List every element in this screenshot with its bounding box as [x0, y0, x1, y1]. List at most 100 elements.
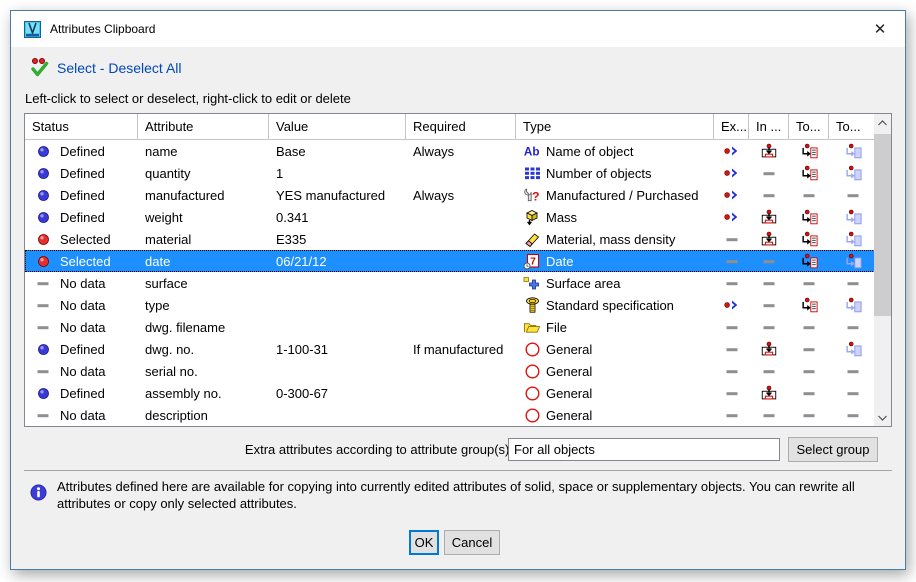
- column-header-type-4[interactable]: Type: [516, 114, 714, 139]
- to-list-cell: [789, 272, 829, 294]
- close-button[interactable]: ✕: [861, 15, 899, 43]
- ok-button[interactable]: OK: [409, 530, 439, 555]
- to-objects-cell: [829, 250, 876, 272]
- status-cell: Defined: [25, 140, 138, 162]
- to-doc-icon: [800, 208, 818, 226]
- scroll-up-icon[interactable]: [874, 114, 891, 131]
- to-square-icon: [844, 208, 862, 226]
- import-cell: [749, 338, 789, 360]
- type-cell: ?Manufactured / Purchased: [516, 184, 714, 206]
- to-list-cell: [789, 140, 829, 162]
- ex-arrow-icon: [723, 296, 741, 314]
- scroll-down-icon[interactable]: [874, 409, 891, 426]
- type-cell: Mass: [516, 206, 714, 228]
- dash-icon: [34, 406, 52, 424]
- value-cell: YES manufactured: [269, 184, 406, 206]
- value-cell: 1: [269, 162, 406, 184]
- required-cell: [406, 294, 516, 316]
- table-row-dwg--no-[interactable]: Defineddwg. no.1-100-31If manufacturedGe…: [25, 338, 891, 360]
- select-group-button[interactable]: Select group: [788, 437, 878, 462]
- value-cell: [269, 272, 406, 294]
- to-objects-cell: [829, 140, 876, 162]
- status-cell: Defined: [25, 382, 138, 404]
- scrollbar-thumb[interactable]: [874, 134, 891, 316]
- dialog-buttons: OK Cancel: [11, 530, 905, 556]
- extra-attributes-label: Extra attributes according to attribute …: [245, 442, 513, 457]
- type-label: Surface area: [546, 276, 620, 291]
- value-cell: 0.341: [269, 206, 406, 228]
- type-cell: AbName of object: [516, 140, 714, 162]
- table-row-material[interactable]: SelectedmaterialE335Material, mass densi…: [25, 228, 891, 250]
- required-cell: [406, 272, 516, 294]
- export-cell: [714, 184, 749, 206]
- import-icon: [760, 340, 778, 358]
- dash-icon: [34, 318, 52, 336]
- column-header-status-0[interactable]: Status: [25, 114, 138, 139]
- attribute-cell: quantity: [138, 162, 269, 184]
- table-row-dwg--filename[interactable]: No datadwg. filenameFile: [25, 316, 891, 338]
- status-cell: Defined: [25, 206, 138, 228]
- sphere-blue-icon: [34, 208, 52, 226]
- sphere-blue-icon: [34, 164, 52, 182]
- column-header-in-6[interactable]: In ...: [749, 114, 789, 139]
- import-cell: [749, 272, 789, 294]
- ex-arrow-icon: [723, 186, 741, 204]
- required-cell: Always: [406, 140, 516, 162]
- import-cell: [749, 294, 789, 316]
- info-text: Attributes defined here are available fo…: [57, 478, 863, 512]
- table-body: DefinednameBaseAlwaysAbName of objectDef…: [25, 140, 891, 426]
- import-cell: [749, 382, 789, 404]
- table-row-serial-no-[interactable]: No dataserial no.General: [25, 360, 891, 382]
- dash-icon: [723, 406, 741, 424]
- divider: [24, 470, 892, 471]
- import-cell: [749, 162, 789, 184]
- ex-arrow-icon: [723, 208, 741, 226]
- type-label: General: [546, 408, 592, 423]
- table-row-type[interactable]: No datatypeStandard specification: [25, 294, 891, 316]
- table-row-quantity[interactable]: Definedquantity1Number of objects: [25, 162, 891, 184]
- column-header-attribute-1[interactable]: Attribute: [138, 114, 269, 139]
- type-cell: General: [516, 338, 714, 360]
- status-label: Defined: [60, 386, 105, 401]
- dash-icon: [723, 252, 741, 270]
- attribute-cell: type: [138, 294, 269, 316]
- table-row-name[interactable]: DefinednameBaseAlwaysAbName of object: [25, 140, 891, 162]
- table-row-assembly-no-[interactable]: Definedassembly no.0-300-67General: [25, 382, 891, 404]
- type-cell: General: [516, 382, 714, 404]
- status-cell: No data: [25, 294, 138, 316]
- attribute-cell: material: [138, 228, 269, 250]
- column-header-required-3[interactable]: Required: [406, 114, 516, 139]
- column-header-value-2[interactable]: Value: [269, 114, 406, 139]
- dash-icon: [723, 274, 741, 292]
- column-header-to-7[interactable]: To...: [789, 114, 829, 139]
- dash-icon: [760, 164, 778, 182]
- type-label: General: [546, 364, 592, 379]
- status-cell: No data: [25, 404, 138, 426]
- table-row-surface[interactable]: No datasurfaceSurface area: [25, 272, 891, 294]
- dash-icon: [800, 340, 818, 358]
- cancel-button[interactable]: Cancel: [444, 530, 500, 555]
- table-row-manufactured[interactable]: DefinedmanufacturedYES manufacturedAlway…: [25, 184, 891, 206]
- status-cell: No data: [25, 272, 138, 294]
- surface-icon: [523, 274, 541, 292]
- status-cell: Defined: [25, 184, 138, 206]
- table-row-description[interactable]: No datadescriptionGeneral: [25, 404, 891, 426]
- column-header-ex-5[interactable]: Ex...: [714, 114, 749, 139]
- attribute-group-field[interactable]: [508, 438, 780, 461]
- circle-icon: [523, 362, 541, 380]
- status-cell: No data: [25, 316, 138, 338]
- column-header-to-8[interactable]: To...: [829, 114, 876, 139]
- ab-icon: Ab: [523, 142, 541, 160]
- select-deselect-all[interactable]: Select - Deselect All: [29, 57, 182, 78]
- table-row-date[interactable]: Selecteddate06/21/127Date: [25, 250, 891, 272]
- to-objects-cell: [829, 206, 876, 228]
- import-cell: [749, 250, 789, 272]
- table-row-weight[interactable]: Definedweight0.341Mass: [25, 206, 891, 228]
- vertical-scrollbar[interactable]: [874, 114, 891, 426]
- svg-text:7: 7: [530, 256, 536, 267]
- to-objects-cell: [829, 228, 876, 250]
- dash-icon: [844, 186, 862, 204]
- mass-icon: [523, 208, 541, 226]
- status-label: No data: [60, 408, 106, 423]
- type-cell: Surface area: [516, 272, 714, 294]
